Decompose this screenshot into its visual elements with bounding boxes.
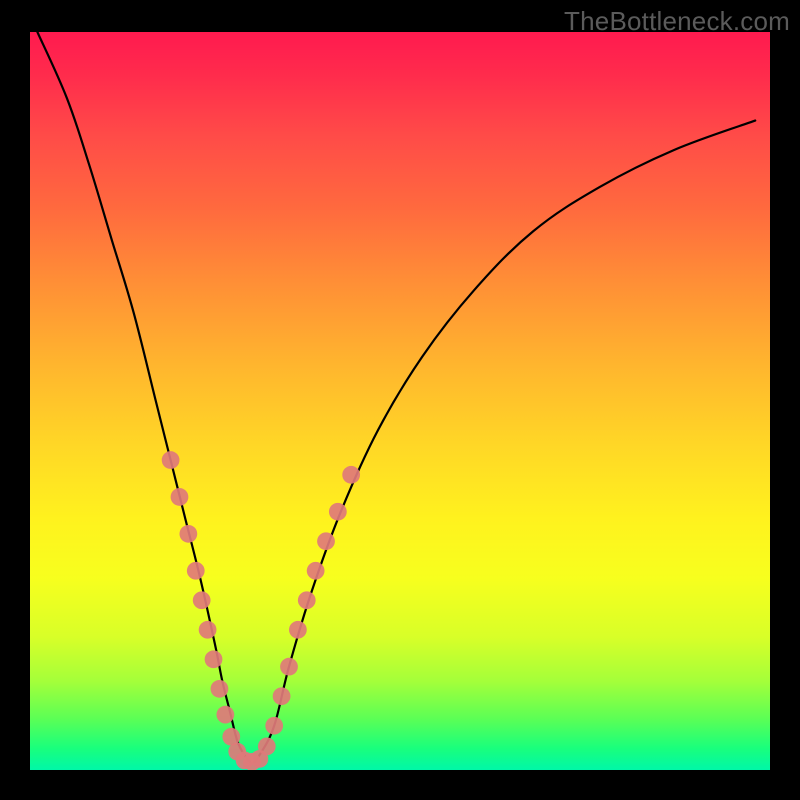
bottleneck-curve-path: [37, 32, 755, 763]
curve-marker: [258, 738, 276, 756]
curve-marker: [280, 658, 298, 676]
curve-marker: [329, 503, 347, 521]
marker-group: [162, 451, 360, 770]
curve-marker: [289, 621, 307, 639]
curve-svg: [30, 32, 770, 770]
curve-marker: [298, 591, 316, 609]
plot-area: [30, 32, 770, 770]
curve-marker: [205, 650, 223, 668]
curve-marker: [199, 621, 217, 639]
curve-marker: [307, 562, 325, 580]
curve-marker: [342, 466, 360, 484]
curve-marker: [162, 451, 180, 469]
curve-marker: [193, 591, 211, 609]
curve-marker: [265, 717, 283, 735]
curve-marker: [211, 680, 229, 698]
curve-marker: [187, 562, 205, 580]
chart-frame: TheBottleneck.com: [0, 0, 800, 800]
curve-marker: [317, 532, 335, 550]
curve-marker: [179, 525, 197, 543]
curve-marker: [216, 706, 234, 724]
curve-marker: [171, 488, 189, 506]
curve-marker: [273, 687, 291, 705]
